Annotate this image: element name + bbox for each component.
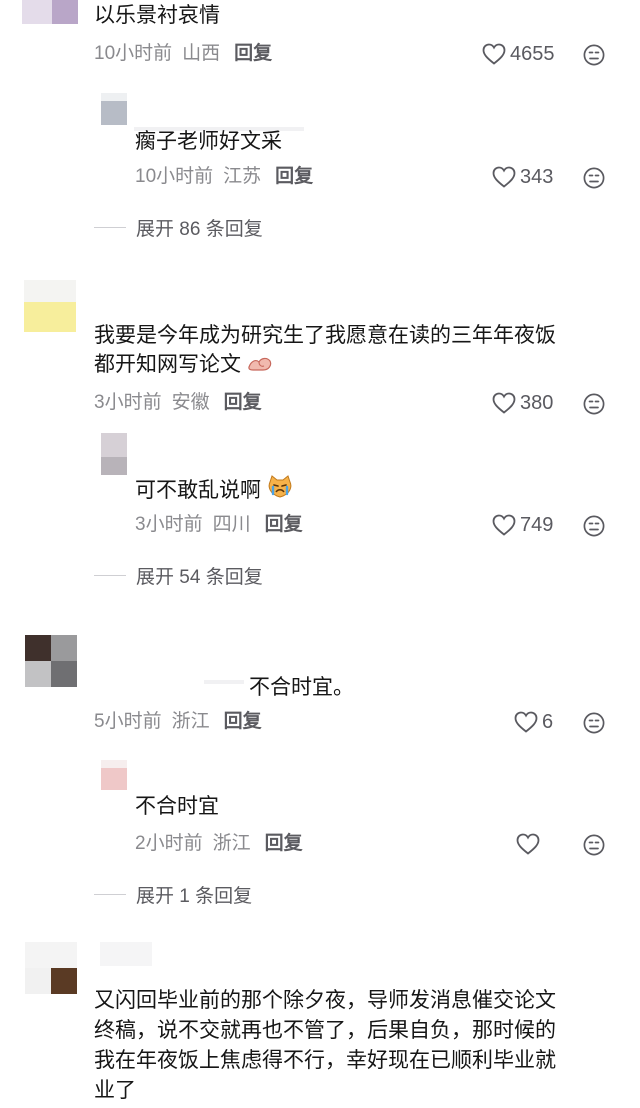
comment-location: 山西: [182, 43, 221, 64]
reply-button[interactable]: 回复: [265, 833, 303, 854]
like-count: 749: [520, 513, 554, 536]
comment-location: 浙江: [171, 711, 210, 732]
reply-meta: 3小时前 四川 回复: [135, 512, 303, 538]
dislike-icon[interactable]: [583, 167, 605, 189]
expand-label: 展开 1 条回复: [136, 886, 253, 907]
reply-button[interactable]: 回复: [275, 166, 313, 187]
expand-replies[interactable]: 展开 1 条回复: [94, 881, 252, 908]
like-button[interactable]: 380: [492, 390, 553, 416]
reply-text: 不合时宜: [135, 795, 219, 818]
comment-meta: 3小时前 安徽 回复: [94, 390, 262, 416]
reply-meta: 10小时前 江苏 回复: [135, 164, 313, 190]
comment-meta: 5小时前 浙江 回复: [94, 709, 262, 735]
masked-username: [204, 680, 244, 684]
comment-time: 3小时前: [94, 392, 162, 413]
reply-time: 3小时前: [135, 514, 203, 535]
like-button[interactable]: 343: [492, 164, 553, 190]
heart-icon: [514, 711, 538, 733]
expand-replies[interactable]: 展开 86 条回复: [94, 214, 263, 241]
avatar[interactable]: [25, 942, 77, 994]
reply-text-content: 可不敢乱说啊: [135, 479, 261, 502]
dislike-icon[interactable]: [583, 393, 605, 415]
reply-avatar[interactable]: [101, 93, 127, 125]
avatar[interactable]: [22, 0, 78, 24]
heart-icon: [482, 43, 506, 65]
heart-icon: [516, 833, 540, 855]
like-count: 380: [520, 391, 554, 414]
expand-divider: [94, 227, 126, 228]
reply-location: 江苏: [223, 166, 262, 187]
reply-avatar[interactable]: [101, 433, 127, 475]
reply-button[interactable]: 回复: [224, 392, 262, 413]
expand-divider: [94, 575, 126, 576]
reply-button[interactable]: 回复: [265, 514, 303, 535]
reply-meta: 2小时前 浙江 回复: [135, 831, 303, 857]
like-button[interactable]: [516, 831, 544, 857]
crying-cat-emoji-icon: [268, 475, 292, 498]
reply-button[interactable]: 回复: [234, 43, 272, 64]
like-count: 4655: [510, 42, 555, 65]
reply-time: 2小时前: [135, 833, 203, 854]
like-button[interactable]: 749: [492, 512, 553, 538]
heart-icon: [492, 514, 516, 536]
comment-time: 5小时前: [94, 711, 162, 732]
like-button[interactable]: 6: [514, 709, 553, 735]
like-button[interactable]: 4655: [482, 41, 555, 67]
masked-username: [100, 942, 152, 966]
comment-text-line2: 都开知网写论文: [94, 351, 273, 379]
like-count: 343: [520, 165, 554, 188]
comment-meta: 10小时前 山西 回复: [94, 41, 272, 67]
muscle-emoji-icon: [248, 357, 272, 371]
reply-time: 10小时前: [135, 166, 214, 187]
reply-avatar[interactable]: [101, 760, 127, 790]
comment-text-line: 终稿，说不交就再也不管了，后果自负，那时候的: [94, 1019, 556, 1042]
reply-text: 瘸子老师好文采: [135, 130, 282, 153]
comment-text: 不合时宜。: [249, 676, 354, 699]
comment-text-line1: 我要是今年成为研究生了我愿意在读的三年年夜饭: [94, 324, 556, 347]
reply-text: 可不敢乱说啊: [135, 474, 293, 505]
comment-text: 以乐景衬哀情: [94, 4, 220, 27]
comment-location: 安徽: [171, 392, 210, 413]
like-count: 6: [542, 710, 554, 733]
reply-location: 浙江: [212, 833, 251, 854]
expand-replies[interactable]: 展开 54 条回复: [94, 562, 263, 589]
comment-text-line: 业了: [94, 1079, 136, 1102]
expand-divider: [94, 894, 126, 895]
avatar[interactable]: [24, 280, 76, 332]
comment-time: 10小时前: [94, 43, 173, 64]
dislike-icon[interactable]: [583, 44, 605, 66]
comment-text-line: 又闪回毕业前的那个除夕夜，导师发消息催交论文: [94, 989, 556, 1012]
comment-text-line: 我在年夜饭上焦虑得不行，幸好现在已顺利毕业就: [94, 1049, 556, 1072]
expand-label: 展开 86 条回复: [136, 219, 263, 240]
dislike-icon[interactable]: [583, 834, 605, 856]
comment-text-line2-text: 都开知网写论文: [94, 353, 241, 376]
heart-icon: [492, 166, 516, 188]
dislike-icon[interactable]: [583, 712, 605, 734]
dislike-icon[interactable]: [583, 515, 605, 537]
avatar[interactable]: [25, 635, 77, 687]
expand-label: 展开 54 条回复: [136, 567, 263, 588]
heart-icon: [492, 392, 516, 414]
reply-location: 四川: [212, 514, 251, 535]
reply-button[interactable]: 回复: [224, 711, 262, 732]
